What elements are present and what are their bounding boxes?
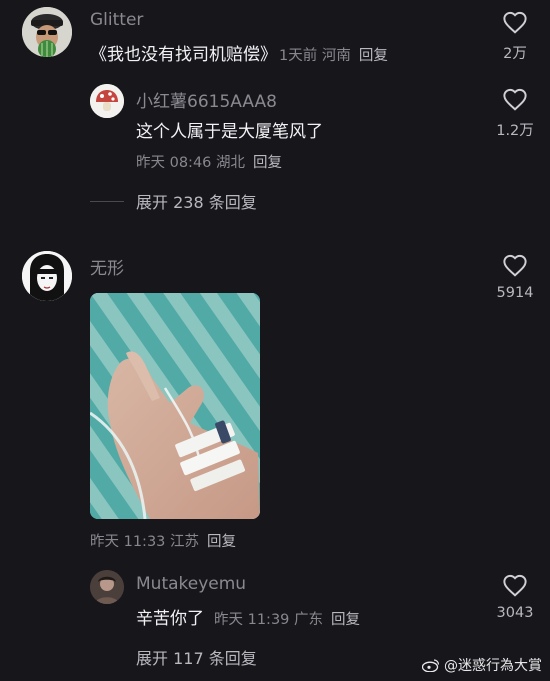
comment-time: 昨天 11:39 [214,612,290,628]
comment-username[interactable]: Mutakeyemu [136,574,246,594]
comment-image[interactable] [90,293,260,519]
expand-replies-button[interactable]: 展开 117 条回复 [136,645,257,669]
like-button[interactable]: 5914 [485,253,545,301]
comment-location: 江苏 [170,534,200,550]
comment-text: 《我也没有找司机赔偿》 1天前 河南 回复 [90,40,388,65]
heart-icon [503,11,527,34]
weibo-logo-icon [422,659,440,672]
heart-icon [503,254,527,277]
avatar-xiaohongshu[interactable] [90,84,124,118]
avatar-mutakeyemu[interactable] [90,570,124,604]
divider-dash [90,200,124,202]
weibo-watermark: @迷惑行為大賞 [422,655,542,675]
comment-time: 1天前 [279,48,318,64]
comment-text-content: 《我也没有找司机赔偿》 [90,45,277,65]
comment-location: 湖北 [216,155,246,171]
reply-button[interactable]: 回复 [331,612,360,628]
person-avatar-icon [90,570,124,604]
like-count: 3043 [496,605,534,621]
like-button[interactable]: 3043 [485,573,545,621]
comment-meta: 昨天 11:33 江苏 回复 [90,530,236,551]
reply-button[interactable]: 回复 [253,155,282,171]
anime-girl-avatar-icon [22,251,72,301]
comment-location: 广东 [294,612,324,628]
avatar-glitter[interactable] [22,7,72,57]
mushroom-avatar-icon [90,84,124,118]
like-count: 5914 [496,285,534,301]
comment-username[interactable]: 无形 [90,254,124,279]
comment-time: 昨天 11:33 [90,534,166,550]
reply-button[interactable]: 回复 [359,48,388,64]
comment-meta: 昨天 08:46 湖北 回复 [136,151,282,172]
comment-time: 昨天 08:46 [136,155,212,171]
comment-text: 辛苦你了 昨天 11:39 广东 回复 [136,604,360,629]
comment-username[interactable]: Glitter [90,10,143,30]
cactus-avatar-icon [22,7,72,57]
avatar-wuxing[interactable] [22,251,72,301]
hospital-iv-hand-photo [90,293,260,519]
comment-text-content: 辛苦你了 [136,609,204,629]
comment-text: 这个人属于是大厦笔风了 [136,122,323,142]
heart-icon [503,574,527,597]
comment-username[interactable]: 小红薯6615AAA8 [136,87,277,112]
expand-replies-label: 展开 117 条回复 [136,649,257,668]
expand-replies-label: 展开 238 条回复 [136,193,257,212]
like-count: 1.2万 [496,123,534,139]
like-button[interactable]: 2万 [485,10,545,63]
watermark-text: @迷惑行為大賞 [444,658,542,674]
expand-replies-button[interactable]: 展开 238 条回复 [90,189,257,213]
like-button[interactable]: 1.2万 [485,87,545,140]
comment-location: 河南 [321,48,351,64]
like-count: 2万 [503,46,527,62]
reply-button[interactable]: 回复 [207,534,236,550]
heart-icon [503,88,527,111]
